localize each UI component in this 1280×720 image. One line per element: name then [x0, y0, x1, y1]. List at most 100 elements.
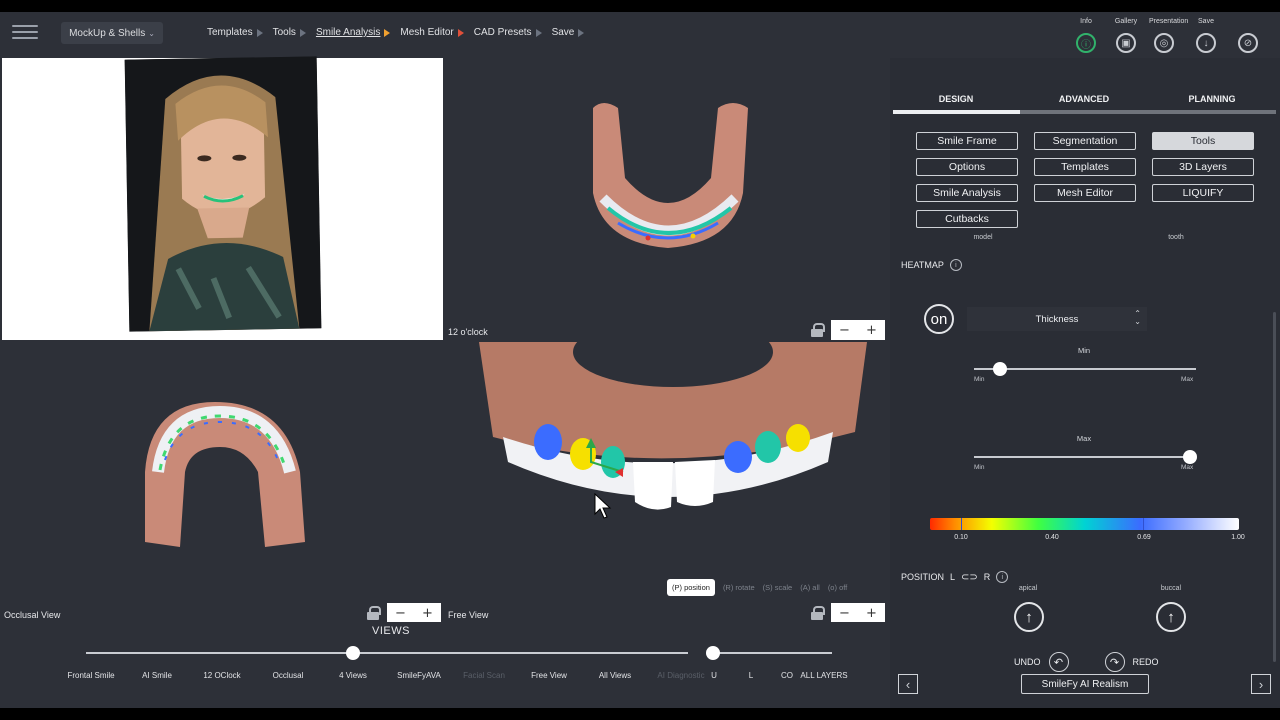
arrow-icon [535, 28, 542, 37]
gallery-icon: ▣ [1116, 33, 1136, 53]
lock-icon[interactable] [367, 606, 381, 620]
frontal-photo-viewport[interactable] [2, 56, 443, 340]
mode-rotate[interactable]: (R) rotate [723, 583, 755, 592]
position-title: POSITION [901, 572, 945, 582]
options-button[interactable]: Options [916, 158, 1018, 176]
info-icon[interactable]: i [996, 571, 1009, 583]
buccal-dial[interactable]: ↑ [1156, 602, 1186, 632]
tab-design[interactable]: DESIGN [939, 94, 974, 104]
arrow-icon [256, 28, 263, 37]
mode-off[interactable]: (o) off [828, 583, 847, 592]
max-slider-knob[interactable] [1183, 450, 1197, 464]
tab-advanced[interactable]: ADVANCED [1059, 94, 1109, 104]
min-slider-knob[interactable] [993, 362, 1007, 376]
arrow-icon [578, 28, 585, 37]
layer-upper[interactable]: U [711, 671, 717, 680]
view-smilefyava[interactable]: SmileFyAVA [397, 671, 441, 680]
arrow-up-icon: ↑ [1025, 608, 1033, 626]
link-icon[interactable]: ⊂⊃ [961, 572, 978, 583]
nav-label: Templates [207, 27, 253, 38]
nav-mesh-editor[interactable]: Mesh Editor [400, 27, 464, 38]
min-slider-track[interactable] [974, 368, 1196, 370]
tools-button[interactable]: Tools [1152, 132, 1254, 150]
layer-lower[interactable]: L [749, 671, 753, 680]
mockup-shells-dropdown[interactable]: MockUp & Shells ⌄ [61, 22, 163, 44]
view-frontal-smile[interactable]: Frontal Smile [67, 671, 114, 680]
presentation-button[interactable]: Presentation ◎ [1149, 18, 1188, 53]
mode-all[interactable]: (A) all [800, 583, 820, 592]
view-facial-scan[interactable]: Facial Scan [463, 671, 505, 680]
tab-planning[interactable]: PLANNING [1189, 94, 1236, 104]
occlusal-viewport[interactable]: Occlusal View − + [0, 342, 443, 623]
save-button[interactable]: Save ↓ [1191, 18, 1221, 53]
layer-all-layers[interactable]: ALL LAYERS [800, 671, 847, 680]
mesh-editor-button[interactable]: Mesh Editor [1034, 184, 1136, 202]
view-ai-smile[interactable]: AI Smile [142, 671, 172, 680]
eye-hide-icon: ⊘ [1238, 33, 1258, 53]
view-12-oclock[interactable]: 12 OClock [203, 671, 240, 680]
layers-slider-knob[interactable] [706, 646, 720, 660]
cutbacks-button[interactable]: Cutbacks [916, 210, 1018, 228]
zoom-control[interactable]: − + [831, 603, 885, 623]
liquify-button[interactable]: LIQUIFY [1152, 184, 1254, 202]
undo-icon[interactable]: ↶ [1048, 652, 1069, 672]
zoom-control[interactable]: − + [387, 603, 441, 623]
design-panel: DESIGN ADVANCED PLANNING Smile Frame Seg… [890, 58, 1280, 708]
nav-tools[interactable]: Tools [273, 27, 306, 38]
view-4-views[interactable]: 4 Views [339, 671, 367, 680]
view-ai-diagnostic[interactable]: AI Diagnostic [657, 671, 704, 680]
view-all-views[interactable]: All Views [599, 671, 631, 680]
viewport-label: Free View [448, 610, 489, 620]
smile-analysis-button[interactable]: Smile Analysis [916, 184, 1018, 202]
model-label: model [973, 234, 993, 241]
info-icon[interactable]: i [949, 259, 962, 271]
heatmap-mode-select[interactable]: Thickness ⌃ ⌄ [967, 307, 1147, 331]
nav-cad-presets[interactable]: CAD Presets [474, 27, 542, 38]
prev-arrow-icon[interactable]: ‹ [898, 674, 918, 694]
info-button[interactable]: Info ⓘ [1071, 18, 1101, 53]
twelve-oclock-viewport[interactable]: 12 o'clock − + [443, 58, 889, 342]
arrow-icon [457, 28, 464, 37]
layers-slider-track[interactable] [714, 652, 832, 654]
visibility-button[interactable]: ⊘ [1233, 18, 1263, 53]
segmentation-button[interactable]: Segmentation [1034, 132, 1136, 150]
mode-position[interactable]: (P) position [667, 579, 715, 596]
view-free-view[interactable]: Free View [531, 671, 567, 680]
max-slider-track[interactable] [974, 456, 1196, 458]
zoom-in-icon[interactable]: + [866, 606, 877, 621]
mode-scale[interactable]: (S) scale [763, 583, 793, 592]
3d-layers-button[interactable]: 3D Layers [1152, 158, 1254, 176]
nav-smile-analysis[interactable]: Smile Analysis [315, 27, 391, 38]
smile-frame-button[interactable]: Smile Frame [916, 132, 1018, 150]
templates-button[interactable]: Templates [1034, 158, 1136, 176]
nav-label: Smile Analysis [315, 27, 381, 38]
viewport-controls: − + [811, 603, 885, 623]
next-arrow-icon[interactable]: › [1251, 674, 1271, 694]
redo-icon[interactable]: ↷ [1104, 652, 1125, 672]
zoom-out-icon[interactable]: − [839, 606, 850, 621]
info-icon: ⓘ [1076, 33, 1096, 53]
zoom-out-icon[interactable]: − [395, 606, 406, 621]
nav-save[interactable]: Save [552, 27, 585, 38]
nav-label: CAD Presets [473, 27, 532, 38]
zoom-in-icon[interactable]: + [422, 606, 433, 621]
lock-icon[interactable] [811, 323, 825, 337]
zoom-in-icon[interactable]: + [866, 323, 877, 338]
gallery-button[interactable]: Gallery ▣ [1111, 18, 1141, 53]
views-slider-knob[interactable] [346, 646, 360, 660]
layer-co[interactable]: CO [781, 671, 793, 680]
heatmap-mode-value: Thickness [1035, 313, 1079, 325]
zoom-control[interactable]: − + [831, 320, 885, 340]
lock-icon[interactable] [811, 606, 825, 620]
nav-templates[interactable]: Templates [207, 27, 263, 38]
smilefy-ai-realism-button[interactable]: SmileFy AI Realism [1021, 674, 1149, 694]
view-occlusal[interactable]: Occlusal [273, 671, 304, 680]
zoom-out-icon[interactable]: − [839, 323, 850, 338]
menu-icon[interactable] [12, 25, 38, 43]
views-slider-track[interactable] [86, 652, 688, 654]
colorbar-tick: 0.69 [1137, 534, 1151, 541]
heatmap-toggle[interactable]: on [924, 304, 954, 334]
apical-dial[interactable]: ↑ [1014, 602, 1044, 632]
panel-scrollbar[interactable] [1273, 312, 1276, 662]
position-right-label: R [983, 572, 991, 582]
